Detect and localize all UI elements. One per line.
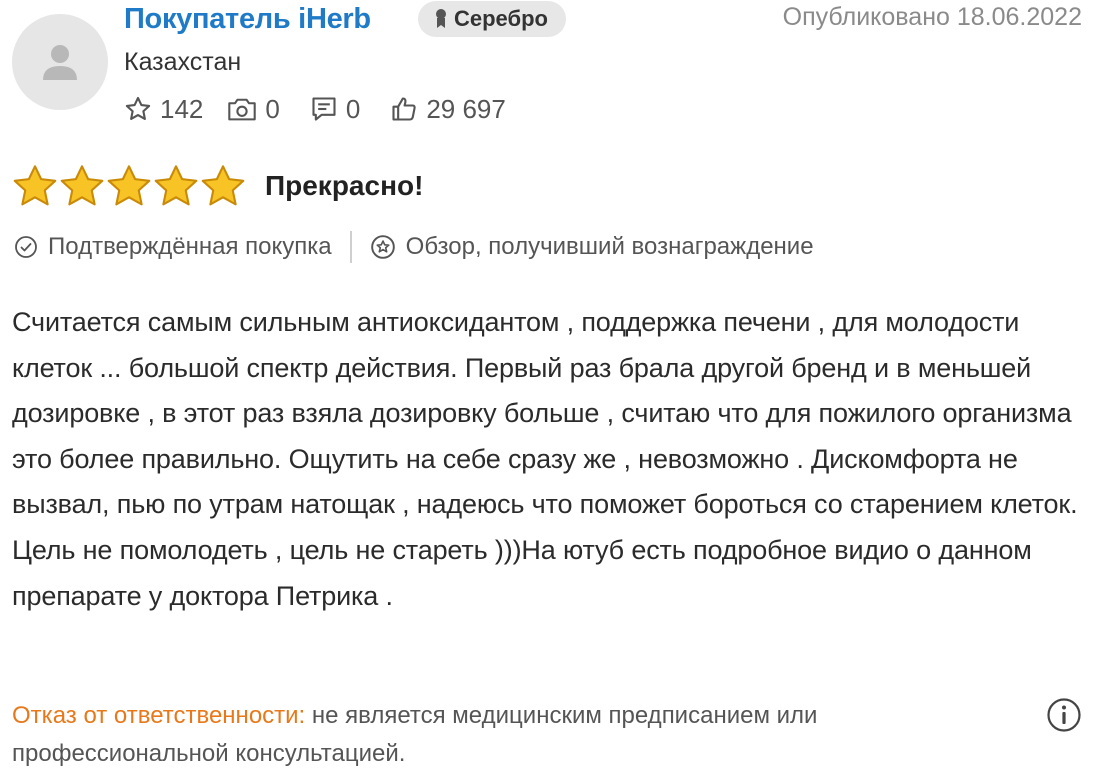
disclaimer: Отказ от ответственности: не является ме…: [12, 697, 1022, 773]
stat-photos-value: 0: [265, 93, 280, 124]
review-body: Считается самым сильным антиоксидантом ,…: [12, 307, 1078, 611]
star-icon: [154, 165, 198, 206]
published-date: Опубликовано 18.06.2022: [782, 3, 1082, 31]
check-circle-icon: [15, 236, 37, 258]
disclaimer-label: Отказ от ответственности:: [12, 702, 306, 729]
info-icon[interactable]: [1046, 697, 1082, 738]
avatar: [12, 14, 108, 110]
stat-helpful-value: 29 697: [426, 93, 506, 124]
star-icon: [60, 165, 104, 206]
stat-reviews: 0: [310, 94, 360, 125]
review-headline: Прекрасно!: [265, 170, 424, 201]
stat-photos: 0: [227, 93, 280, 125]
star-icon: [201, 165, 245, 206]
star-circle-icon: [370, 235, 395, 259]
rewarded-review-label: Обзор, получивший вознаграждение: [405, 233, 814, 260]
star-icon: [107, 165, 151, 206]
tier-badge-label: Серебро: [454, 6, 548, 31]
camera-icon: [228, 98, 257, 121]
stat-reviews-value: 0: [345, 93, 361, 124]
star-rating: [12, 164, 247, 208]
author-stats: 142 0 0 29 697: [124, 92, 530, 126]
user-icon: [43, 45, 77, 80]
star-outline-icon: [125, 96, 151, 120]
author-country: Казахстан: [124, 48, 242, 76]
review-badges: Подтверждённая покупка Обзор, получивший…: [14, 228, 814, 266]
star-icon: [13, 165, 57, 206]
author-name-link[interactable]: Покупатель iHerb: [124, 2, 371, 36]
thumbs-up-icon: [392, 97, 416, 121]
stat-ratings: 142: [124, 94, 203, 125]
tier-badge: Серебро: [418, 1, 566, 37]
medal-icon: [436, 9, 446, 28]
rating-row: Прекрасно!: [12, 164, 423, 208]
comment-icon: [312, 97, 336, 121]
verified-purchase-label: Подтверждённая покупка: [48, 233, 332, 260]
divider: [349, 231, 352, 263]
stat-helpful: 29 697: [390, 94, 506, 125]
stat-ratings-value: 142: [160, 93, 204, 124]
